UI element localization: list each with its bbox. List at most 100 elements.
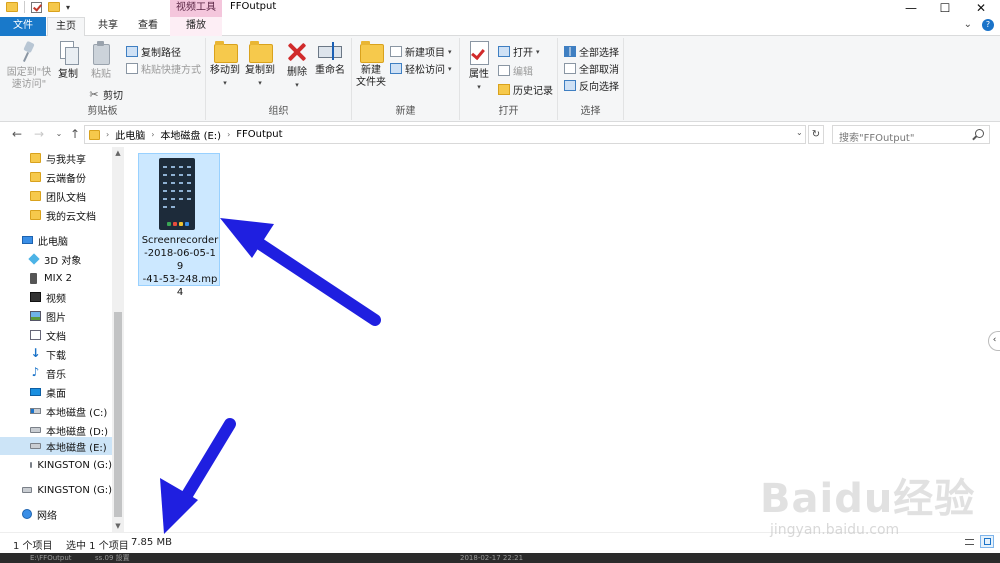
dropdown-icon: ▾ [223,79,227,87]
invert-selection-button[interactable]: 反向选择 [564,78,619,93]
scroll-up-icon[interactable]: ▲ [112,149,124,157]
search-input[interactable]: 搜索"FFOutput" [832,125,990,144]
nav-item-shared-with-me[interactable]: 与我共享 [0,149,112,167]
details-view-icon [965,539,974,545]
address-dropdown-icon[interactable]: ⌄ [796,128,803,137]
move-to-label: 移动到 [210,65,240,76]
folder-icon [30,191,41,201]
copy-to-button[interactable]: 复制到 ▾ [242,41,278,89]
rename-button[interactable]: 重命名 [312,41,348,77]
properties-button[interactable]: 属性 ▾ [464,41,494,93]
new-folder-icon[interactable] [48,2,60,12]
edit-button[interactable]: 编辑 [498,63,533,78]
delete-icon [286,41,308,63]
refresh-button[interactable]: ↻ [808,125,824,144]
customize-toolbar-icon[interactable]: ▾ [66,3,70,12]
nav-item-desktop[interactable]: 桌面 [0,383,112,401]
minimize-button[interactable]: — [896,0,926,17]
taskbar-clock: 2018-02-17 22:21 [460,554,524,562]
nav-item-my-cloud-docs[interactable]: 我的云文档 [0,206,112,224]
up-button[interactable]: ↑ [68,127,82,141]
search-icon [975,129,984,138]
phone-icon [30,272,37,284]
expand-ribbon-icon[interactable]: ⌄ [964,19,972,31]
nav-item-team-docs[interactable]: 团队文档 [0,187,112,205]
breadcrumb-drive-e[interactable]: 本地磁盘 (E:) [160,127,221,142]
file-item-selected[interactable]: Screenrecorder -2018-06-05-19 -41-53-248… [138,153,220,298]
nav-item-pictures[interactable]: 图片 [0,307,112,325]
copy-icon [58,41,79,65]
nav-item-videos[interactable]: 视频 [0,288,112,306]
nav-item-cloud-backup[interactable]: 云端备份 [0,168,112,186]
cut-button[interactable]: ✂ 剪切 [88,87,123,103]
copy-button[interactable]: 复制 [54,41,82,81]
group-organize: 移动到 ▾ 复制到 ▾ 删除 ▾ 重命名 组织 [206,38,352,120]
select-none-label: 全部取消 [579,65,619,76]
nav-item-downloads[interactable]: ↓ 下载 [0,345,112,363]
nav-item-kingston-g[interactable]: KINGSTON (G:) [0,456,112,474]
help-icon[interactable]: ? [982,19,994,31]
nav-item-label: 本地磁盘 (C:) [46,407,108,419]
nav-item-drive-e[interactable]: 本地磁盘 (E:) [0,437,112,455]
large-icons-view-button[interactable] [980,535,994,548]
history-label: 历史记录 [513,86,553,97]
nav-item-label: 网络 [37,510,57,522]
paste-button[interactable]: 粘贴 [86,41,116,81]
nav-item-mix2[interactable]: MIX 2 [0,269,112,287]
details-view-button[interactable] [962,535,976,548]
select-none-icon [564,63,576,74]
close-button[interactable]: ✕ [966,0,996,17]
ribbon: 固定到"快速访问" 复制 粘贴 复制路径 粘贴快捷方式 ✂ 剪切 剪贴板 移动到… [0,36,1000,122]
nav-item-documents[interactable]: 文档 [0,326,112,344]
maximize-button[interactable]: ☐ [930,0,960,17]
breadcrumb-ffoutput[interactable]: FFOutput [236,129,282,140]
tab-home[interactable]: 主页 [47,17,85,37]
open-icon [498,46,510,57]
forward-button[interactable]: → [32,127,46,141]
taskbar-item[interactable]: ss.09 設置 [95,553,130,563]
open-button[interactable]: 打开 ▾ [498,44,540,59]
properties-icon[interactable] [31,1,42,13]
new-item-button[interactable]: 新建项目 ▾ [390,44,452,59]
nav-item-label: KINGSTON (G:) [37,484,112,496]
nav-item-network[interactable]: 网络 [0,505,112,523]
delete-button[interactable]: 删除 ▾ [284,41,310,91]
easy-access-button[interactable]: 轻松访问 ▾ [390,61,452,76]
nav-scrollbar[interactable]: ▲ ▼ [112,147,124,532]
taskbar-item[interactable]: E:\FFOutput [30,553,72,563]
recent-locations-icon[interactable]: ⌄ [52,129,66,138]
paste-shortcut-button[interactable]: 粘贴快捷方式 [126,61,201,76]
status-selected-count: 选中 1 个项目 [66,541,129,552]
tab-file[interactable]: 文件 [0,17,46,36]
dropdown-icon: ▾ [448,64,452,73]
nav-item-label: 云端备份 [46,173,86,185]
tab-share[interactable]: 共享 [88,17,128,36]
nav-item-kingston-g-root[interactable]: KINGSTON (G:) [0,481,112,499]
tab-view[interactable]: 查看 [128,17,168,36]
nav-item-drive-c[interactable]: 本地磁盘 (C:) [0,402,112,420]
address-bar[interactable]: › 此电脑 › 本地磁盘 (E:) › FFOutput [84,125,806,144]
select-all-button[interactable]: 全部选择 [564,44,619,59]
history-button[interactable]: 历史记录 [498,82,553,97]
nav-item-label: 文档 [46,331,66,343]
new-item-label: 新建项目 [405,48,445,59]
scroll-down-icon[interactable]: ▼ [112,522,124,530]
nav-item-this-pc[interactable]: 此电脑 [0,231,112,249]
cut-label: 剪切 [103,91,123,102]
new-folder-button[interactable]: 新建 文件夹 [354,41,388,89]
nav-item-3d-objects[interactable]: 3D 对象 [0,250,112,268]
back-button[interactable]: ← [10,127,24,141]
tab-play[interactable]: 播放 [170,17,222,36]
pin-quick-access-button[interactable]: 固定到"快速访问" [4,41,54,91]
move-to-button[interactable]: 移动到 ▾ [208,41,242,89]
breadcrumb-this-pc[interactable]: 此电脑 [115,127,145,142]
select-none-button[interactable]: 全部取消 [564,61,619,76]
rename-icon [318,41,342,61]
nav-item-label: 图片 [46,312,66,324]
nav-item-music[interactable]: ♪ 音乐 [0,364,112,382]
nav-item-label: 本地磁盘 (D:) [46,426,109,438]
status-bar: 1 个项目 选中 1 个项目 7.85 MB [0,532,1000,552]
scissors-icon: ✂ [89,87,99,101]
copy-path-button[interactable]: 复制路径 [126,44,181,59]
scrollbar-thumb[interactable] [114,312,122,517]
